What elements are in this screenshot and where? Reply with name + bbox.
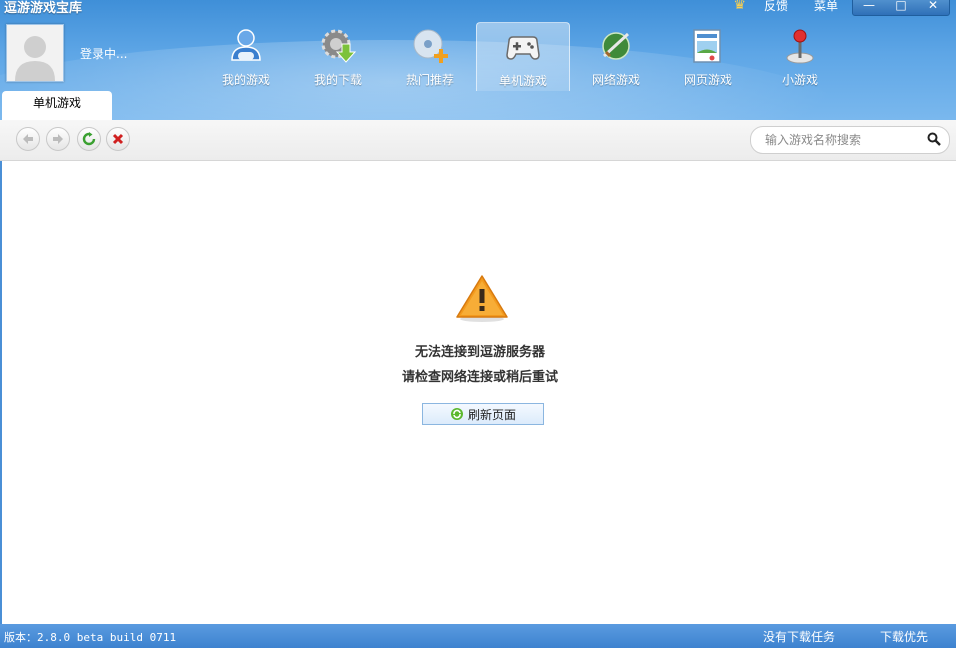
nav-label: 网页游戏 — [683, 73, 732, 87]
globe-sword-icon — [602, 32, 630, 60]
joystick-icon — [786, 29, 814, 64]
minimize-button[interactable]: — — [859, 0, 879, 12]
back-button[interactable] — [16, 127, 40, 151]
search-icon[interactable] — [927, 132, 941, 146]
window-controls: — □ ✕ — [852, 0, 950, 16]
gamepad-icon — [506, 36, 540, 60]
nav-label: 网络游戏 — [591, 73, 640, 87]
crown-icon[interactable]: ♛ — [733, 0, 746, 14]
refresh-page-button[interactable]: 刷新页面 — [422, 403, 544, 425]
content-area: 无法连接到逗游服务器 请检查网络连接或稍后重试 刷新页面 — [0, 161, 956, 624]
error-message-line1: 无法连接到逗游服务器 — [414, 345, 545, 360]
warning-icon — [456, 275, 508, 322]
refresh-icon — [450, 408, 463, 420]
nav-online-games[interactable]: 网络游戏 — [570, 22, 662, 90]
app-title: 逗游游戏宝库 — [4, 1, 83, 16]
nav-label: 单机游戏 — [498, 74, 547, 88]
nav-label: 热门推荐 — [405, 73, 454, 87]
nav-my-downloads[interactable]: 我的下载 — [292, 22, 384, 90]
nav-label: 小游戏 — [781, 73, 818, 87]
refresh-toolbar-button[interactable] — [77, 127, 101, 151]
avatar[interactable] — [6, 24, 64, 82]
tab-single-player[interactable]: 单机游戏 — [2, 91, 112, 120]
error-message-line2: 请检查网络连接或稍后重试 — [401, 370, 558, 385]
search-input[interactable] — [763, 132, 927, 148]
top-links: ♛ 反馈 菜单 — [733, 0, 838, 14]
maximize-button[interactable]: □ — [891, 0, 911, 12]
search-box — [750, 126, 950, 154]
close-button[interactable]: ✕ — [923, 0, 943, 12]
nav-label: 我的游戏 — [221, 73, 270, 87]
main-nav: 我的游戏 我的下载 热门推荐 单机游戏 网络游戏 网页游戏 小游戏 — [200, 22, 846, 91]
stop-button[interactable] — [106, 127, 130, 151]
nav-single-player[interactable]: 单机游戏 — [476, 22, 570, 91]
nav-my-games[interactable]: 我的游戏 — [200, 22, 292, 90]
menu-link[interactable]: 菜单 — [814, 0, 838, 14]
nav-label: 我的下载 — [313, 73, 362, 87]
nav-web-games[interactable]: 网页游戏 — [662, 22, 754, 90]
arrow-left-icon — [23, 134, 33, 144]
red-x-icon — [112, 133, 124, 145]
download-priority[interactable]: 下载优先 — [880, 628, 928, 645]
feedback-link[interactable]: 反馈 — [764, 0, 788, 14]
nav-hot-picks[interactable]: 热门推荐 — [384, 22, 476, 90]
refresh-page-label: 刷新页面 — [467, 407, 516, 422]
login-status: 登录中... — [80, 47, 128, 61]
user-gamepad-icon — [231, 29, 261, 61]
download-status[interactable]: 没有下载任务 — [763, 628, 835, 645]
download-gear-icon — [321, 29, 357, 63]
toolbar — [0, 120, 956, 161]
forward-button[interactable] — [46, 127, 70, 151]
arrow-right-icon — [53, 134, 63, 144]
refresh-icon — [82, 132, 96, 146]
nav-mini-games[interactable]: 小游戏 — [754, 22, 846, 90]
status-bar: 版本：2.8.0 beta build 0711 没有下载任务 下载优先 — [0, 624, 956, 648]
version-text: 版本：2.8.0 beta build 0711 — [4, 631, 177, 644]
web-page-icon — [693, 29, 721, 63]
default-avatar-icon — [7, 25, 63, 81]
header-banner: 逗游游戏宝库 ♛ 反馈 菜单 — □ ✕ 登录中... 我的游戏 我的下载 热门… — [0, 0, 956, 120]
disc-plus-icon — [413, 29, 448, 63]
